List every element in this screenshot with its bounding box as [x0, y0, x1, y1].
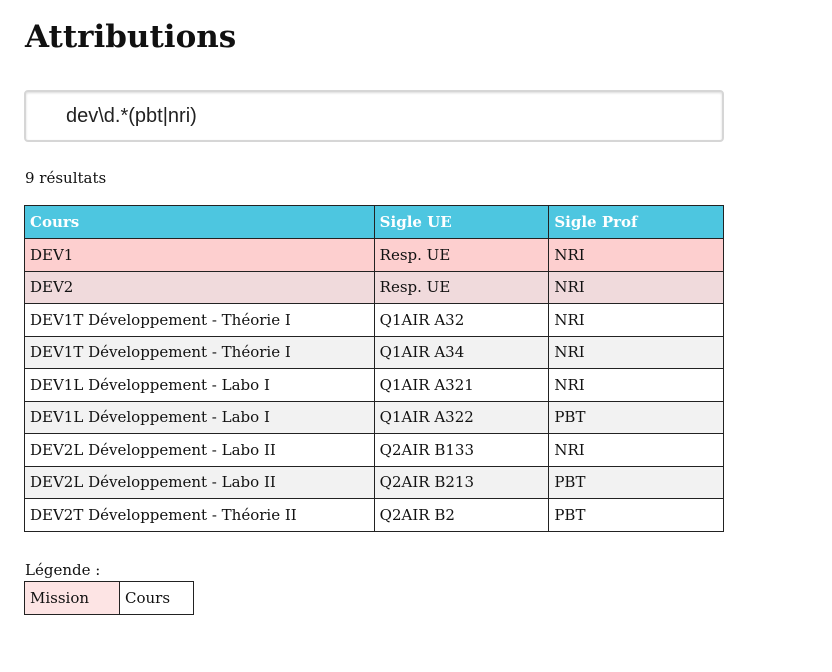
cell-sigle-ue: Q2AIR B133	[373, 433, 550, 467]
table-header-row: Cours Sigle UE Sigle Prof	[24, 205, 724, 239]
result-count: 9 résultats	[25, 169, 107, 187]
attributions-table: Cours Sigle UE Sigle Prof DEV1 Resp. UE …	[24, 205, 724, 532]
cell-sigle-prof: NRI	[548, 335, 724, 369]
table-row[interactable]: DEV2 Resp. UE NRI	[24, 270, 724, 304]
cell-cours: DEV1L Développement - Labo I	[24, 400, 375, 434]
table-row[interactable]: DEV2L Développement - Labo II Q2AIR B133…	[24, 433, 724, 467]
legend-table: Mission Cours	[24, 581, 194, 615]
cell-sigle-ue: Resp. UE	[373, 270, 550, 304]
cell-cours: DEV2	[24, 270, 375, 304]
cell-sigle-ue: Q1AIR A34	[373, 335, 550, 369]
cell-sigle-prof: NRI	[548, 368, 724, 402]
legend-mission: Mission	[24, 581, 120, 615]
cell-sigle-prof: PBT	[548, 498, 724, 532]
cell-sigle-prof: PBT	[548, 465, 724, 499]
search-box[interactable]	[24, 90, 724, 142]
table-row[interactable]: DEV1L Développement - Labo I Q1AIR A321 …	[24, 368, 724, 402]
cell-cours: DEV2L Développement - Labo II	[24, 465, 375, 499]
legend-label: Légende :	[25, 561, 101, 579]
cell-cours: DEV1T Développement - Théorie I	[24, 303, 375, 337]
cell-sigle-ue: Q1AIR A321	[373, 368, 550, 402]
cell-sigle-ue: Q2AIR B213	[373, 465, 550, 499]
table-row[interactable]: DEV1T Développement - Théorie I Q1AIR A3…	[24, 303, 724, 337]
column-header-sigle-ue[interactable]: Sigle UE	[373, 205, 550, 239]
column-header-cours[interactable]: Cours	[24, 205, 375, 239]
table-row[interactable]: DEV2L Développement - Labo II Q2AIR B213…	[24, 465, 724, 499]
cell-sigle-prof: NRI	[548, 303, 724, 337]
table-row[interactable]: DEV2T Développement - Théorie II Q2AIR B…	[24, 498, 724, 532]
column-header-sigle-prof[interactable]: Sigle Prof	[548, 205, 724, 239]
legend-row: Mission Cours	[24, 581, 194, 615]
table-row[interactable]: DEV1L Développement - Labo I Q1AIR A322 …	[24, 400, 724, 434]
cell-cours: DEV1L Développement - Labo I	[24, 368, 375, 402]
cell-sigle-ue: Q1AIR A322	[373, 400, 550, 434]
legend-cours: Cours	[119, 581, 194, 615]
cell-cours: DEV1	[24, 238, 375, 272]
cell-cours: DEV2T Développement - Théorie II	[24, 498, 375, 532]
cell-cours: DEV2L Développement - Labo II	[24, 433, 375, 467]
cell-cours: DEV1T Développement - Théorie I	[24, 335, 375, 369]
cell-sigle-prof: PBT	[548, 400, 724, 434]
search-input[interactable]	[66, 102, 706, 130]
cell-sigle-ue: Q1AIR A32	[373, 303, 550, 337]
cell-sigle-ue: Resp. UE	[373, 238, 550, 272]
cell-sigle-prof: NRI	[548, 270, 724, 304]
cell-sigle-prof: NRI	[548, 238, 724, 272]
cell-sigle-prof: NRI	[548, 433, 724, 467]
table-row[interactable]: DEV1T Développement - Théorie I Q1AIR A3…	[24, 335, 724, 369]
table-row[interactable]: DEV1 Resp. UE NRI	[24, 238, 724, 272]
page-title: Attributions	[25, 19, 237, 55]
cell-sigle-ue: Q2AIR B2	[373, 498, 550, 532]
